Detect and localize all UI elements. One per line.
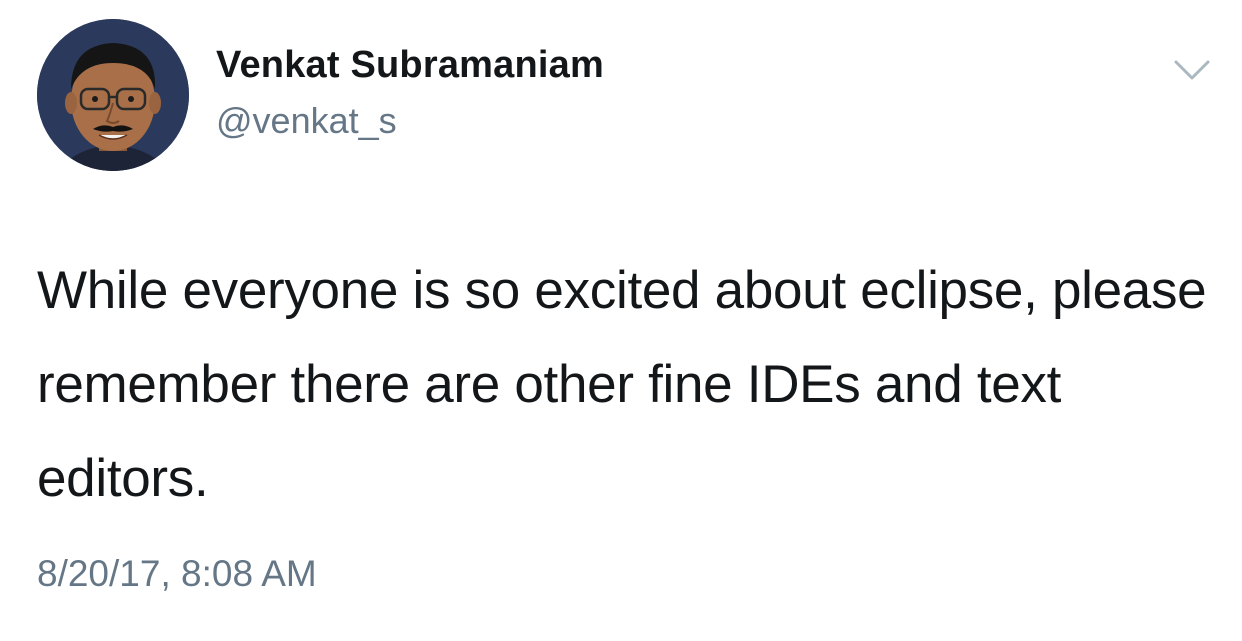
tweet-card: Venkat Subramaniam @venkat_s While every… <box>0 0 1242 641</box>
author-handle[interactable]: @venkat_s <box>216 100 397 142</box>
tweet-menu-button[interactable] <box>1170 52 1214 88</box>
avatar[interactable] <box>37 19 189 171</box>
author-display-name[interactable]: Venkat Subramaniam <box>216 44 604 87</box>
tweet-text: While everyone is so excited about eclip… <box>37 261 1207 508</box>
tweet-timestamp[interactable]: 8/20/17, 8:08 AM <box>37 553 317 595</box>
chevron-down-icon <box>1174 60 1210 80</box>
profile-photo-icon <box>37 19 189 171</box>
